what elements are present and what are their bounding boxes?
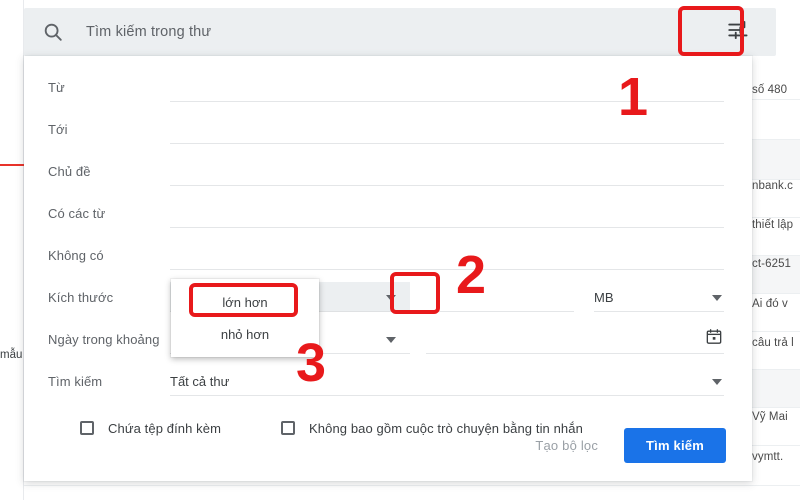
background-text: thiết lập [752,219,794,231]
row-label: Tìm kiếm [48,373,103,389]
annotation-number-1: 1 [618,67,649,127]
chevron-down-icon [712,372,722,390]
form-row-doesnt-have: Không có [24,234,752,276]
background-text: câu trả l [752,337,794,349]
tune-filter-icon [726,17,752,48]
input-underline [594,311,724,312]
input-underline [170,185,724,186]
input-underline [426,311,574,312]
search-input-placeholder[interactable]: Tìm kiếm trong thư [86,24,211,40]
form-row-date-within: Ngày trong khoảng [24,318,752,360]
chevron-down-icon [386,330,396,348]
tune-filter-button[interactable] [712,14,766,50]
size-amount-input[interactable] [426,282,574,312]
chevron-down-icon [712,288,722,306]
checkbox-box[interactable] [281,421,296,435]
date-value-input[interactable] [426,324,724,354]
search-scope-value: Tất cả thư [170,373,230,389]
form-row-subject: Chủ đề [24,150,752,192]
background-text: nbank.c [752,180,793,192]
checkbox-label: Chứa tệp đính kèm [108,420,222,436]
input-underline [170,269,724,270]
row-label: Chủ đề [48,163,91,179]
checkbox-has-attachment[interactable]: Chứa tệp đính kèm [80,421,221,436]
row-label: Ngày trong khoảng [48,331,160,347]
background-text: số 480 [752,84,788,96]
input-underline [170,395,724,396]
background-text: Ai đó v [752,298,788,310]
row-label: Có các từ [48,205,106,221]
background-text: Vỹ Mai [752,411,788,423]
form-row-has-words: Có các từ [24,192,752,234]
has-words-input[interactable] [170,198,724,228]
create-filter-button[interactable]: Tạo bộ lọc [521,430,612,461]
size-unit-value: MB [594,289,614,305]
panel-actions: Tạo bộ lọc Tìm kiếm [521,428,726,463]
background-left-gutter [0,0,24,500]
background-text: ct-6251 [752,258,792,270]
subject-input[interactable] [170,156,724,186]
screen: số 480 nbank.c thiết lập ct-6251 Ai đó v… [0,0,800,500]
row-label: Tới [48,121,68,137]
size-unit-select[interactable]: MB [594,282,724,312]
form-row-size: Kích thước MB [24,276,752,318]
row-label: Không có [48,247,104,263]
search-bar[interactable]: Tìm kiếm trong thư [24,8,776,56]
search-icon [42,21,64,43]
background-text: mẫu [0,349,23,361]
calendar-icon[interactable] [706,329,722,350]
search-scope-select[interactable]: Tất cả thư [170,366,724,396]
menu-item-lon-hon[interactable]: lớn hơn [171,286,319,318]
background-text: vymtt. [752,451,784,463]
search-button[interactable]: Tìm kiếm [624,428,726,463]
input-underline [170,143,724,144]
chevron-down-icon [386,288,396,306]
annotation-number-3: 3 [296,333,327,393]
form-row-search-in: Tìm kiếm Tất cả thư [24,360,752,402]
input-underline [426,353,724,354]
checkbox-box[interactable] [80,421,94,435]
row-label: Kích thước [48,289,114,305]
input-underline [170,227,724,228]
row-label: Từ [48,79,65,95]
background-red-underline [0,164,24,166]
doesnt-have-input[interactable] [170,240,724,270]
annotation-number-2: 2 [456,245,487,305]
